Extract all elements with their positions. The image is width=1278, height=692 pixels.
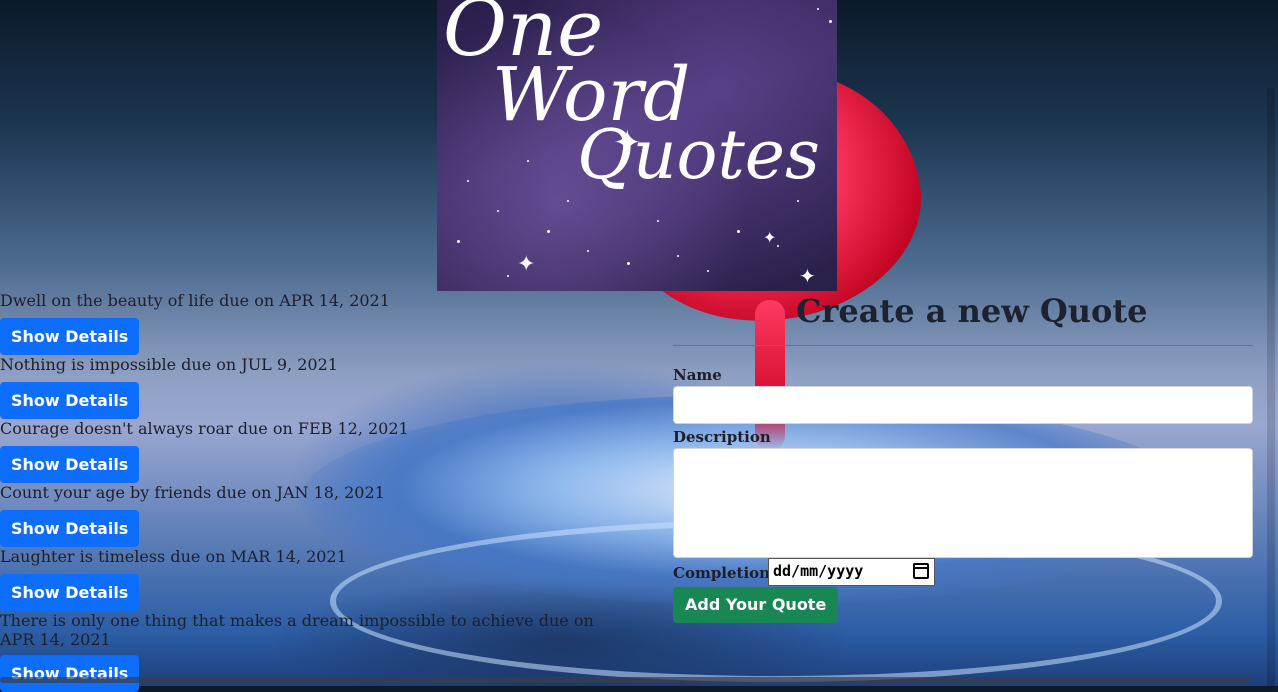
- site-logo: ✦ ✦ ✦ ✦ One Word Quotes: [437, 0, 837, 291]
- date-placeholder: dd/mm/yyyy: [773, 562, 864, 580]
- list-item: Dwell on the beauty of life due on APR 1…: [0, 291, 640, 355]
- horizontal-scrollbar[interactable]: [0, 677, 1250, 683]
- list-item: Courage doesn't always roar due on FEB 1…: [0, 419, 640, 483]
- sparkle-icon: ✦: [517, 252, 536, 277]
- quote-text: There is only one thing that makes a dre…: [0, 611, 594, 649]
- show-details-button[interactable]: Show Details: [0, 655, 140, 692]
- vertical-scrollbar[interactable]: [1267, 88, 1275, 686]
- description-textarea[interactable]: [673, 448, 1253, 558]
- completion-date-input[interactable]: dd/mm/yyyy: [768, 558, 935, 586]
- form-divider: [673, 345, 1253, 346]
- form-title: Create a new Quote: [796, 292, 1148, 330]
- show-details-button[interactable]: Show Details: [0, 446, 140, 483]
- sparkle-icon: ✦: [763, 228, 777, 247]
- quote-list: Dwell on the beauty of life due on APR 1…: [0, 291, 640, 692]
- quote-text: Dwell on the beauty of life due on APR 1…: [0, 291, 390, 310]
- quote-text: Nothing is impossible due on JUL 9, 2021: [0, 355, 338, 374]
- list-item: Count your age by friends due on JAN 18,…: [0, 483, 640, 547]
- quote-text: Count your age by friends due on JAN 18,…: [0, 483, 385, 502]
- quote-text: Courage doesn't always roar due on FEB 1…: [0, 419, 409, 438]
- logo-word-quotes: Quotes: [577, 116, 820, 195]
- calendar-icon[interactable]: [913, 563, 929, 579]
- sparkle-icon: ✦: [799, 264, 816, 288]
- completion-label: Completion: [673, 564, 771, 582]
- show-details-button[interactable]: Show Details: [0, 382, 140, 419]
- show-details-button[interactable]: Show Details: [0, 574, 140, 611]
- name-input[interactable]: [673, 386, 1253, 424]
- list-item: Laughter is timeless due on MAR 14, 2021…: [0, 547, 640, 611]
- quote-text: Laughter is timeless due on MAR 14, 2021: [0, 547, 347, 566]
- show-details-button[interactable]: Show Details: [0, 510, 140, 547]
- name-label: Name: [673, 366, 722, 384]
- show-details-button[interactable]: Show Details: [0, 318, 140, 355]
- list-item: Nothing is impossible due on JUL 9, 2021…: [0, 355, 640, 419]
- description-label: Description: [673, 428, 771, 446]
- add-quote-button[interactable]: Add Your Quote: [673, 587, 839, 623]
